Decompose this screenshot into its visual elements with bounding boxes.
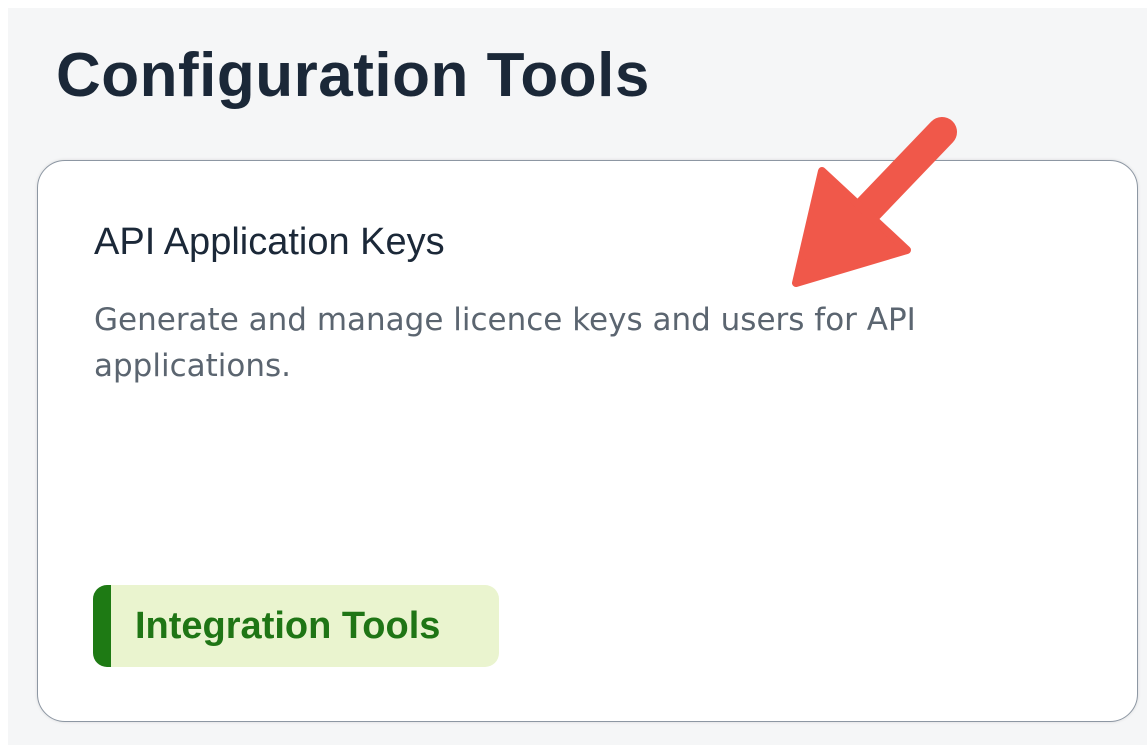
card-description: Generate and manage licence keys and use… [94, 302, 916, 384]
tag-label: Integration Tools [135, 604, 441, 647]
card-title: API Application Keys [94, 221, 445, 263]
integration-tools-tag: Integration Tools [93, 585, 499, 667]
api-application-keys-card[interactable]: API Application Keys Generate and manage… [37, 160, 1138, 722]
page-title: Configuration Tools [56, 41, 650, 110]
